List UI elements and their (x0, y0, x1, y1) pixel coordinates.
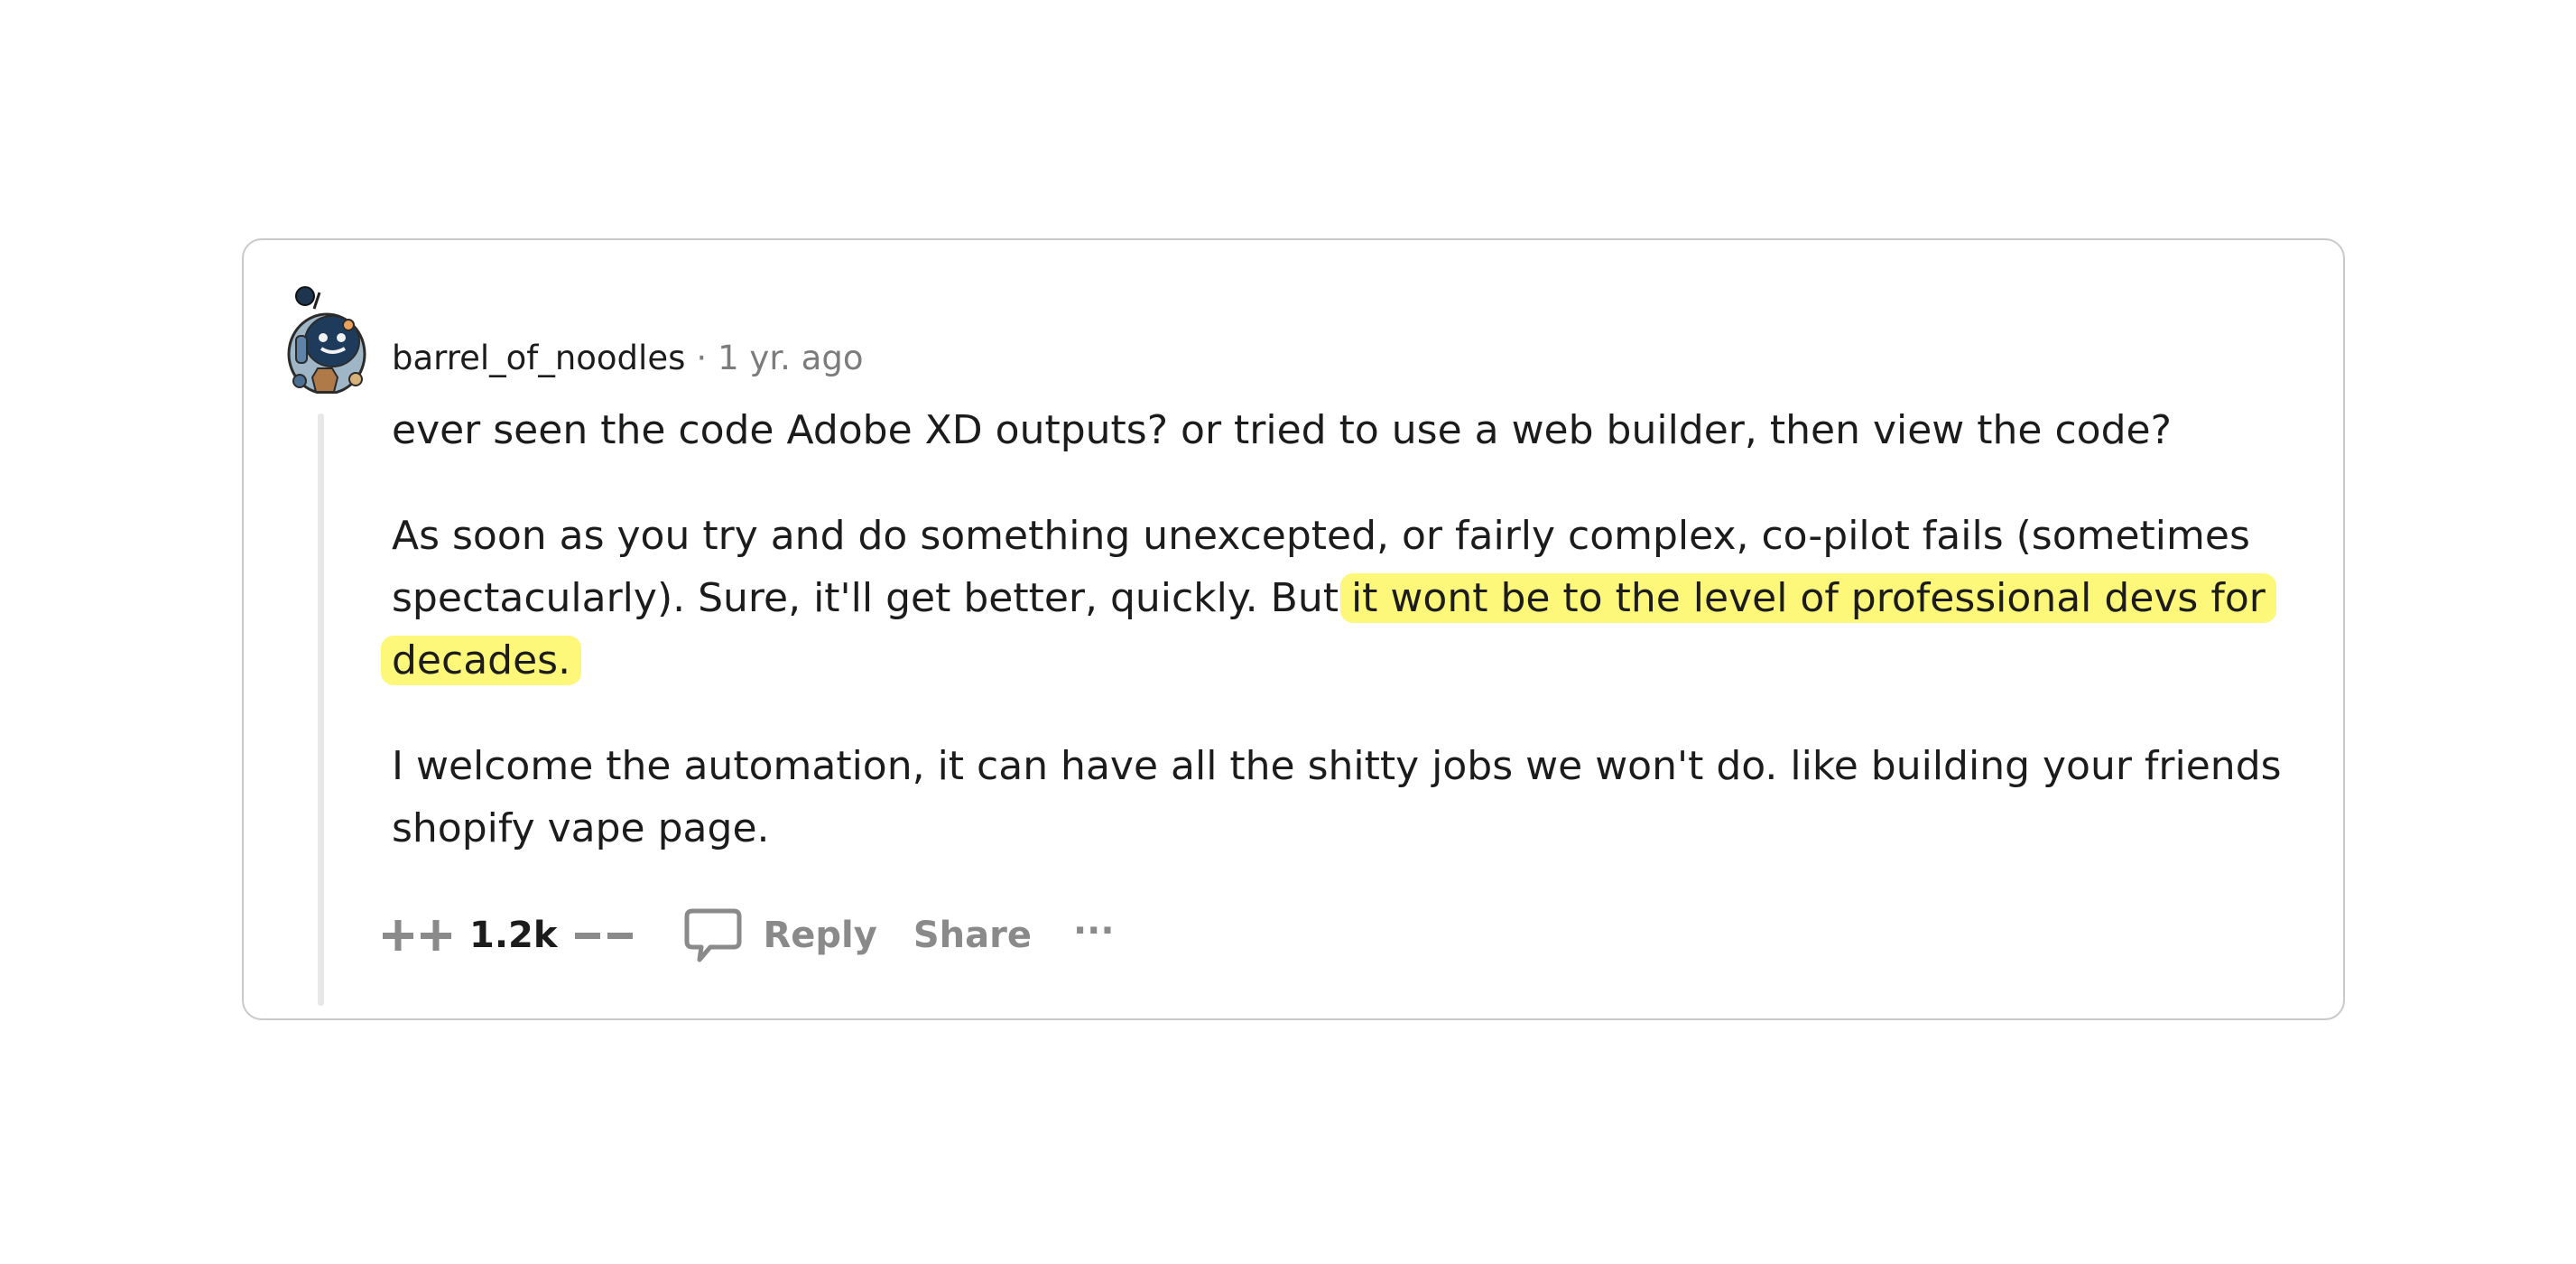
ellipsis-icon: ··· (1072, 910, 1115, 952)
reply-button[interactable]: Reply (683, 906, 877, 965)
timestamp[interactable]: 1 yr. ago (718, 339, 863, 377)
reply-label: Reply (763, 915, 877, 956)
paragraph-3: I welcome the automation, it can have al… (392, 735, 2305, 860)
upvote-icon (383, 920, 451, 951)
paragraph-2-line-2: spectacularly). Sure, it'll get better, … (392, 575, 1351, 621)
more-options-button[interactable]: ··· (1073, 910, 1115, 961)
comment-card: barrel_of_noodles · 1 yr. ago ever seen … (242, 238, 2345, 1020)
paragraph-3-line-2: shopify vape page. (392, 805, 770, 851)
vote-count: 1.2k (469, 915, 558, 956)
comment-actions: 1.2k Reply Share ··· (379, 899, 1115, 971)
paragraph-1-text: ever seen the code Adobe XD outputs? or … (392, 407, 2172, 453)
highlighted-text-2: decades. (381, 636, 582, 685)
meta-separator: · (696, 338, 708, 377)
downvote-button[interactable] (573, 915, 638, 955)
snoo-avatar-icon (287, 286, 366, 395)
username-link[interactable]: barrel_of_noodles (392, 339, 685, 377)
share-label: Share (913, 915, 1032, 956)
upvote-button[interactable] (379, 915, 457, 955)
avatar[interactable] (278, 282, 372, 395)
highlighted-text-1: it wont be to the level of professional … (1339, 573, 2276, 623)
thread-line[interactable] (318, 414, 324, 1006)
comment-meta: barrel_of_noodles · 1 yr. ago (392, 330, 863, 385)
paragraph-2: As soon as you try and do something unex… (381, 505, 2305, 692)
speech-bubble-icon (684, 908, 742, 962)
paragraph-1: ever seen the code Adobe XD outputs? or … (392, 399, 2305, 461)
downvote-icon (575, 933, 634, 939)
paragraph-2-line-1: As soon as you try and do something unex… (392, 513, 2250, 559)
share-button[interactable]: Share (913, 915, 1032, 956)
paragraph-3-line-1: I welcome the automation, it can have al… (392, 743, 2282, 789)
comment-body: ever seen the code Adobe XD outputs? or … (381, 399, 2305, 903)
